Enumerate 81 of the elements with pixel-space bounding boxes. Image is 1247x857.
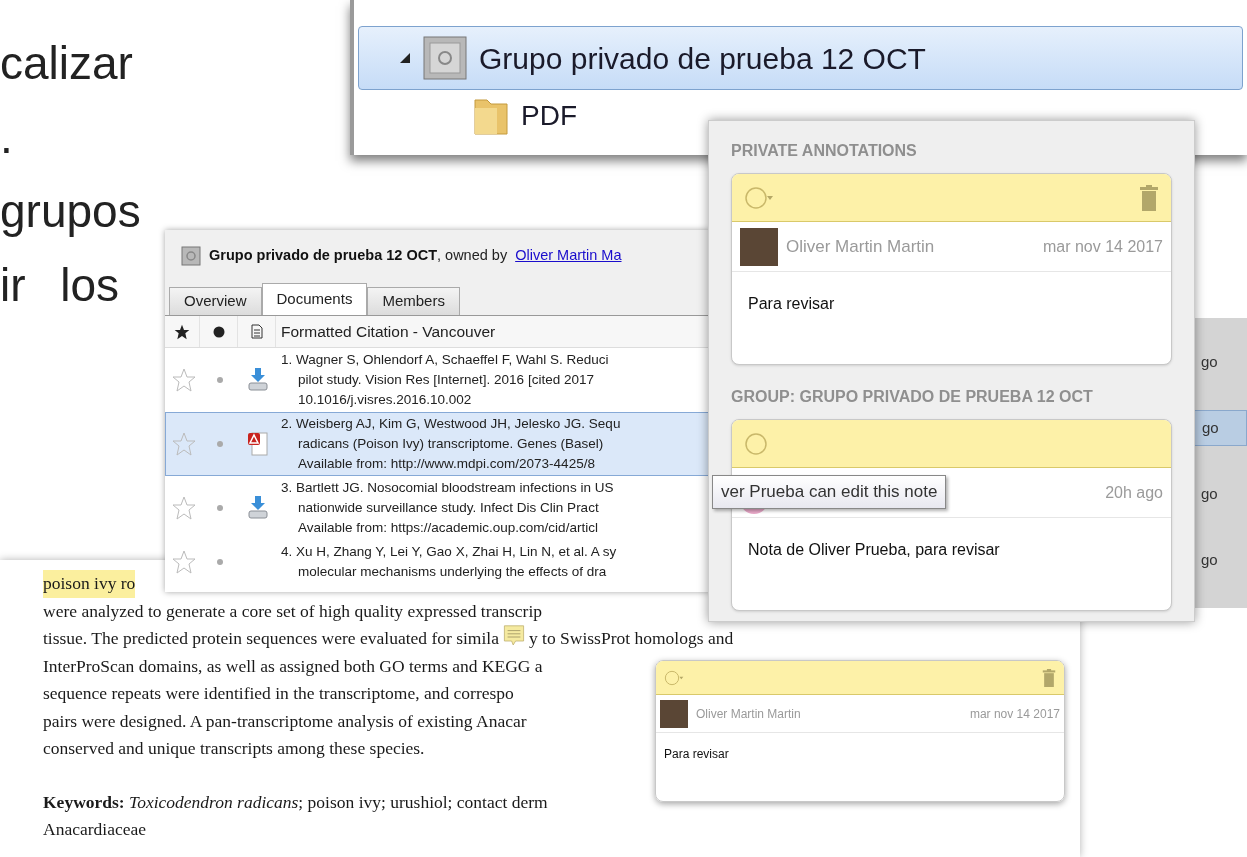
avatar-photo-placeholder	[660, 699, 688, 728]
tree-item-label: PDF	[521, 99, 577, 133]
star-icon[interactable]	[171, 432, 196, 456]
note-date: mar nov 14 2017	[969, 705, 1060, 723]
document-text: InterProScan domains, as well as assigned both GO terms and KEGG a	[43, 654, 543, 678]
note-date: mar nov 14 2017	[1042, 236, 1163, 257]
citation-text: 2. Weisberg AJ, Kim G, Westwood JH, Jelesko JG. Sequ	[281, 415, 621, 433]
expanded-triangle-icon[interactable]	[399, 52, 411, 64]
citation-text: radicans (Poison Ivy) transcriptome. Genes (Basel)	[297, 435, 605, 453]
document-text: poison ivy ro	[43, 570, 136, 598]
document-icon[interactable]	[250, 324, 263, 339]
note-text: Nota de Oliver Prueba, para revisar	[748, 540, 1001, 560]
citation-row[interactable]: 2. Weisberg AJ, Kim G, Westwood JH, Jelesko JG. Sequ radicans (Poison Ivy) transcriptome. Genes (Basel) Available from: http://www.mdpi.com/2073-4425/8	[165, 412, 710, 476]
dot-icon	[217, 559, 223, 565]
safe-icon	[423, 36, 467, 80]
citation-row[interactable]: 4. Xu H, Zhang Y, Lei Y, Gao X, Zhai H, Lin N, et al. A sy molecular mechanisms underlying the effects of dra	[165, 540, 710, 584]
note-text: Para revisar	[748, 294, 836, 314]
slide-text: ir los	[0, 258, 121, 313]
dot-icon	[217, 441, 223, 447]
folder-icon	[473, 96, 509, 136]
row-text: go	[1201, 483, 1218, 504]
slide-text: calizar	[0, 36, 134, 91]
owner-label: , owned by	[437, 246, 508, 266]
owner-link[interactable]: Oliver Martin Ma	[515, 245, 622, 267]
document-text: sequence repeats were identified in the transcriptome, and correspo	[43, 682, 514, 705]
slide-text: grupos	[0, 184, 141, 239]
section-heading: GROUP: GRUPO PRIVADO DE PRUEBA 12 OCT	[731, 387, 1094, 407]
document-text: pairs were designed. A pan-transcriptome analysis of existing Anacar	[43, 709, 527, 733]
document-text: y to SwissProt homologs and	[528, 627, 734, 650]
tree-item[interactable]: Grupo privado de prueba 12 OCT	[358, 26, 1243, 90]
author-name: Oliver Martin Martin	[696, 705, 801, 723]
document-text: conserved and unique transcripts among these species.	[43, 737, 425, 760]
keywords-text: Keywords: Toxicodendron radicans; poison ivy; urushiol; contact derm	[43, 790, 549, 814]
citation-text: nationwide surveillance study. Infect Dis Clin Pract	[297, 499, 600, 517]
star-icon[interactable]	[174, 323, 190, 340]
circle-dropdown-icon[interactable]	[744, 185, 774, 210]
pdf-file-icon[interactable]	[247, 431, 269, 457]
download-icon[interactable]	[247, 496, 269, 520]
circle-dropdown-icon[interactable]	[664, 669, 684, 686]
note-text: Para revisar	[664, 746, 730, 763]
tab[interactable]: Documents	[261, 283, 368, 315]
tree-item-label: Grupo privado de prueba 12 OCT	[479, 40, 926, 77]
list-row[interactable]: go	[1191, 344, 1247, 380]
row-text: go	[1201, 549, 1218, 570]
citation-text: 3. Bartlett JG. Nosocomial bloodstream infections in US	[281, 479, 614, 497]
citation-text: 1. Wagner S, Ohlendorf A, Schaeffel F, Wahl S. Reduci	[281, 351, 609, 369]
circle-icon[interactable]	[744, 431, 768, 456]
download-icon[interactable]	[247, 368, 269, 392]
document-text: tissue. The predicted protein sequences were evaluated for simila	[43, 627, 499, 650]
note-date: 20h ago	[1105, 482, 1163, 503]
trash-icon[interactable]	[1139, 184, 1159, 211]
keywords-text: Anacardiaceae	[43, 817, 147, 841]
citation-text: 10.1016/j.visres.2016.10.002	[297, 391, 473, 409]
citation-text: Available from: https://academic.oup.com/cid/articl	[297, 519, 599, 537]
slide-text: .	[0, 110, 14, 165]
document-text: were analyzed to generate a core set of high quality expressed transcrip	[43, 599, 542, 623]
tab[interactable]: Members	[367, 287, 460, 315]
citation-row[interactable]: 3. Bartlett JG. Nosocomial bloodstream infections in US nationwide surveillance study. Infect Dis Clin Pract Available from: https://academic.oup.com/cid/articl	[165, 476, 710, 540]
tab[interactable]: Overview	[169, 287, 262, 315]
star-icon[interactable]	[171, 368, 196, 392]
citation-row[interactable]: 1. Wagner S, Ohlendorf A, Schaeffel F, Wahl S. Reduci pilot study. Vision Res [Internet]. 2016 [cited 2017 10.1016/j.visres.2016.10.002	[165, 348, 710, 412]
star-icon[interactable]	[171, 496, 196, 520]
dot-icon	[217, 377, 223, 383]
safe-icon	[181, 246, 201, 266]
dot-icon[interactable]	[212, 325, 225, 338]
avatar-photo-placeholder	[740, 227, 778, 266]
tree-item[interactable]: PDF	[358, 90, 585, 142]
dot-icon	[217, 505, 223, 511]
citation-text: molecular mechanisms underlying the effects of dra	[297, 563, 608, 581]
list-row[interactable]: go	[1191, 476, 1247, 512]
citation-text: pilot study. Vision Res [Internet]. 2016 [cited 2017	[297, 371, 595, 389]
group-title: Grupo privado de prueba 12 OCT	[209, 246, 437, 266]
citation-text: Available from: http://www.mdpi.com/2073-4425/8	[297, 455, 596, 473]
citation-text: 4. Xu H, Zhang Y, Lei Y, Gao X, Zhai H, Lin N, et al. A sy	[281, 543, 617, 561]
section-heading: PRIVATE ANNOTATIONS	[731, 141, 918, 161]
author-name: Oliver Martin Martin	[786, 235, 935, 258]
star-icon[interactable]	[171, 550, 196, 574]
list-row[interactable]: go	[1191, 542, 1247, 578]
row-text: go	[1202, 417, 1219, 438]
row-text: go	[1201, 351, 1218, 372]
trash-icon[interactable]	[1042, 668, 1056, 687]
